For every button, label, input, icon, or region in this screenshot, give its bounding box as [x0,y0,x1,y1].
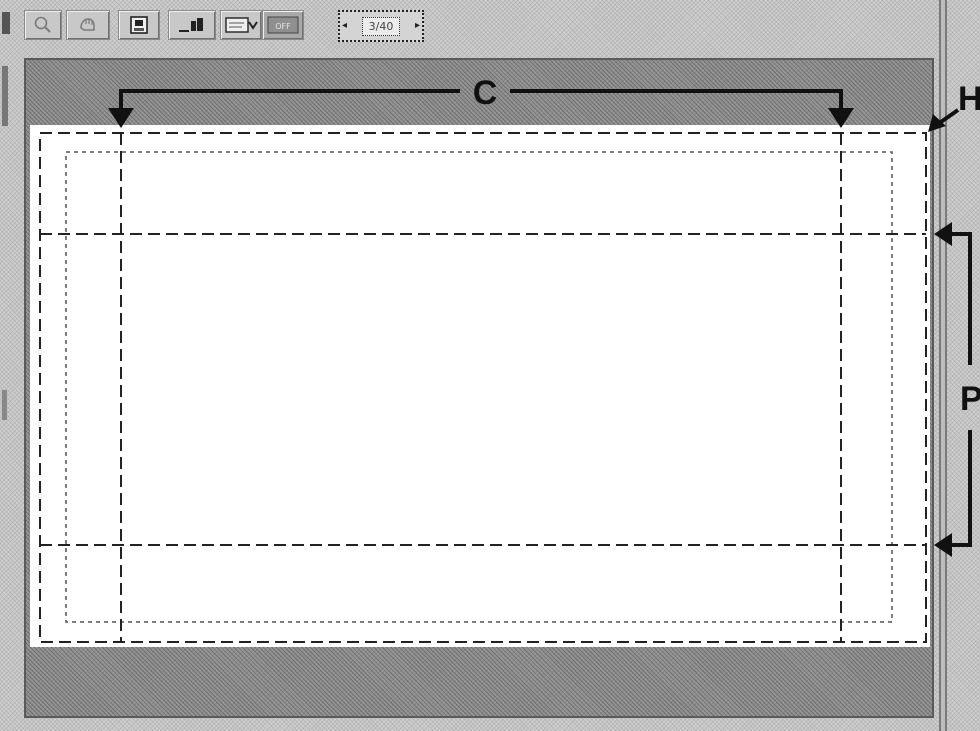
callout-c: C [108,74,854,128]
callout-h-label: H [958,80,980,118]
callout-p-label: P [960,380,980,418]
printable-area-guide [65,151,893,623]
callout-c-label: C [473,74,498,112]
page-border-guide [39,132,927,643]
print-preview-window: OFF ◂ 3/40 ▸ C H P [0,0,980,731]
callout-h: H [928,80,980,132]
margin-guides-overlay: C H P [39,74,980,643]
callout-p: P [934,222,980,557]
